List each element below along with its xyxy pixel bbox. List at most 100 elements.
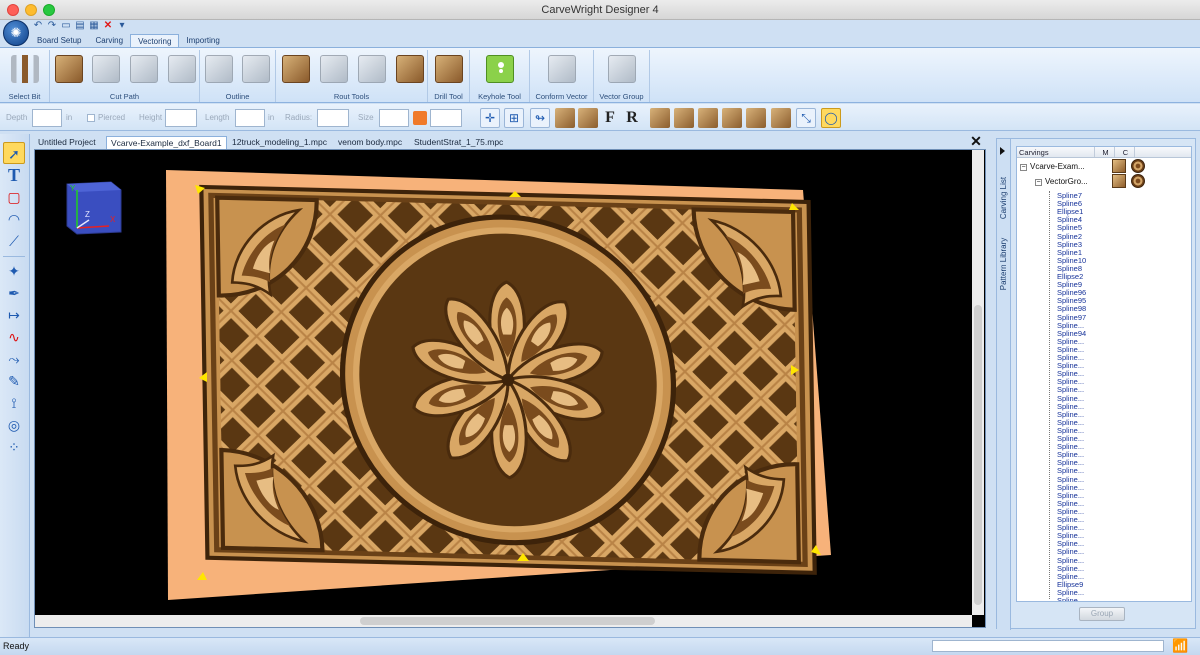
drill-tool-icon[interactable] — [435, 55, 463, 83]
edit-tool-icon[interactable]: ✎ — [3, 370, 25, 392]
outline-circle-icon[interactable] — [242, 55, 270, 83]
text-tool-icon[interactable]: T — [3, 164, 25, 186]
light-tool-icon[interactable]: ✦ — [3, 260, 25, 282]
tree-group[interactable]: − VectorGro... — [1035, 176, 1088, 187]
board-view-4-icon[interactable] — [722, 108, 742, 128]
collapse-group-icon[interactable]: − — [1035, 179, 1042, 186]
circle-select-icon[interactable]: ◯ — [821, 108, 841, 128]
3d-viewport[interactable]: Y X Z — [34, 149, 986, 628]
redo-icon[interactable]: ↷ — [46, 20, 58, 32]
doc-tab-untitled[interactable]: Untitled Project — [34, 136, 100, 149]
tab-vectoring[interactable]: Vectoring — [130, 34, 180, 48]
grain-icon[interactable] — [578, 108, 598, 128]
tab-importing[interactable]: Importing — [179, 34, 226, 48]
depth-input[interactable] — [32, 109, 62, 127]
tab-board-setup[interactable]: Board Setup — [30, 34, 88, 48]
polyline-tool-icon[interactable]: ⟋ — [3, 230, 25, 252]
cut-path-inside-icon[interactable] — [92, 55, 120, 83]
outline-icon[interactable] — [205, 55, 233, 83]
depth-label: Depth — [6, 113, 28, 122]
board-view-3-icon[interactable] — [698, 108, 718, 128]
open-file-icon[interactable]: ▤ — [74, 20, 86, 32]
flip-f-button[interactable]: F — [600, 108, 620, 128]
vector-tool-icon[interactable]: ⟟ — [3, 392, 25, 414]
group-cut-path: Cut Path — [50, 50, 200, 102]
view-cube[interactable]: Y X Z — [66, 181, 122, 235]
board-view-5-icon[interactable] — [746, 108, 766, 128]
group-keyhole-tool: Keyhole Tool — [470, 50, 530, 102]
close-document-icon[interactable]: ✕ — [970, 134, 982, 148]
viewport-vertical-scrollbar[interactable] — [972, 150, 984, 615]
size-label: Size — [358, 113, 374, 122]
conform-vector-icon[interactable] — [548, 55, 576, 83]
cut-path-on-icon[interactable] — [55, 55, 83, 83]
path-icon[interactable]: ↬ — [530, 108, 550, 128]
vector-group-icon[interactable] — [608, 55, 636, 83]
board-render[interactable]: Y X Z — [35, 150, 986, 628]
tab-carving[interactable]: Carving — [88, 34, 130, 48]
height-input[interactable] — [165, 109, 197, 127]
root-board-thumb — [1112, 159, 1126, 173]
arc-tool-icon[interactable]: ◠ — [3, 208, 25, 230]
doc-tab-venom[interactable]: venom body.mpc — [334, 136, 406, 149]
pen-tool-icon[interactable]: ✒ — [3, 282, 25, 304]
select-bit-icon[interactable] — [11, 55, 39, 83]
rectangle-tool-icon[interactable]: ▢ — [3, 186, 25, 208]
flip-r-button[interactable]: R — [622, 108, 642, 128]
align-icon[interactable]: ⊞ — [504, 108, 524, 128]
size-input[interactable] — [379, 109, 409, 127]
viewport-horizontal-scrollbar[interactable] — [35, 615, 972, 627]
root-carving-thumb — [1131, 159, 1145, 173]
center-icon[interactable]: ✛ — [480, 108, 500, 128]
axis-y-label: Y — [70, 184, 76, 193]
keyhole-icon[interactable] — [486, 55, 514, 83]
save-icon[interactable]: ▦ — [88, 20, 100, 32]
join-tool-icon[interactable]: ↦ — [3, 304, 25, 326]
title-bar: CarveWright Designer 4 — [0, 0, 1200, 20]
rout-tool-4-icon[interactable] — [396, 55, 424, 83]
size-value-input[interactable] — [430, 109, 462, 127]
rout-tool-3-icon[interactable] — [358, 55, 386, 83]
pierced-checkbox[interactable] — [87, 114, 95, 122]
undo-icon[interactable]: ↶ — [32, 20, 44, 32]
wifi-icon: 📶 — [1172, 638, 1189, 653]
node-edit-icon[interactable]: ⤡ — [796, 108, 816, 128]
pierced-label: Pierced — [98, 113, 126, 122]
tree-root[interactable]: − Vcarve-Exam... — [1020, 161, 1085, 172]
customize-toolbar-icon[interactable]: ▾ — [116, 20, 128, 32]
board-view-2-icon[interactable] — [674, 108, 694, 128]
color-picker-button[interactable] — [413, 111, 427, 125]
collapse-panel-icon[interactable] — [1000, 147, 1005, 155]
cut-path-custom-icon[interactable] — [168, 55, 196, 83]
axis-z-label: Z — [85, 210, 90, 219]
collapse-root-icon[interactable]: − — [1020, 164, 1027, 171]
curve-tool-icon[interactable]: ∿ — [3, 326, 25, 348]
board-view-1-icon[interactable] — [650, 108, 670, 128]
tab-carving-list[interactable]: Carving List — [997, 162, 1011, 234]
status-text: Ready — [3, 641, 30, 651]
rout-tool-1-icon[interactable] — [282, 55, 310, 83]
doc-tab-studentstrat[interactable]: StudentStrat_1_75.mpc — [410, 136, 507, 149]
rout-tool-2-icon[interactable] — [320, 55, 348, 83]
doc-tab-12truck[interactable]: 12truck_modeling_1.mpc — [228, 136, 331, 149]
length-label: Length — [205, 113, 230, 122]
properties-bar: Depth in Pierced Height Length in Radius… — [0, 104, 1200, 131]
new-file-icon[interactable]: ▭ — [60, 20, 72, 32]
carvings-tree[interactable]: Carvings M C − Vcarve-Exam... − VectorGro.… — [1016, 146, 1192, 602]
board-icon[interactable] — [555, 108, 575, 128]
board-view-6-icon[interactable] — [771, 108, 791, 128]
quick-access-toolbar: ↶ ↷ ▭ ▤ ▦ ✕ ▾ — [32, 20, 128, 34]
tree-item[interactable]: Spline... — [1057, 597, 1084, 602]
doc-tab-vcarve[interactable]: Vcarve-Example_dxf_Board1 — [106, 136, 227, 149]
cut-path-outside-icon[interactable] — [130, 55, 158, 83]
pointer-icon[interactable]: ➚ — [3, 142, 25, 164]
group-tool-icon[interactable]: ⁘ — [3, 436, 25, 458]
length-input[interactable] — [235, 109, 265, 127]
tab-pattern-library[interactable]: Pattern Library — [997, 228, 1011, 300]
app-menu-button[interactable]: ✺ — [3, 20, 29, 46]
radius-input[interactable] — [317, 109, 349, 127]
group-button[interactable]: Group — [1079, 607, 1125, 621]
spline-tool-icon[interactable]: ⤳ — [3, 348, 25, 370]
circle-tool-icon[interactable]: ◎ — [3, 414, 25, 436]
close-file-icon[interactable]: ✕ — [102, 20, 114, 32]
